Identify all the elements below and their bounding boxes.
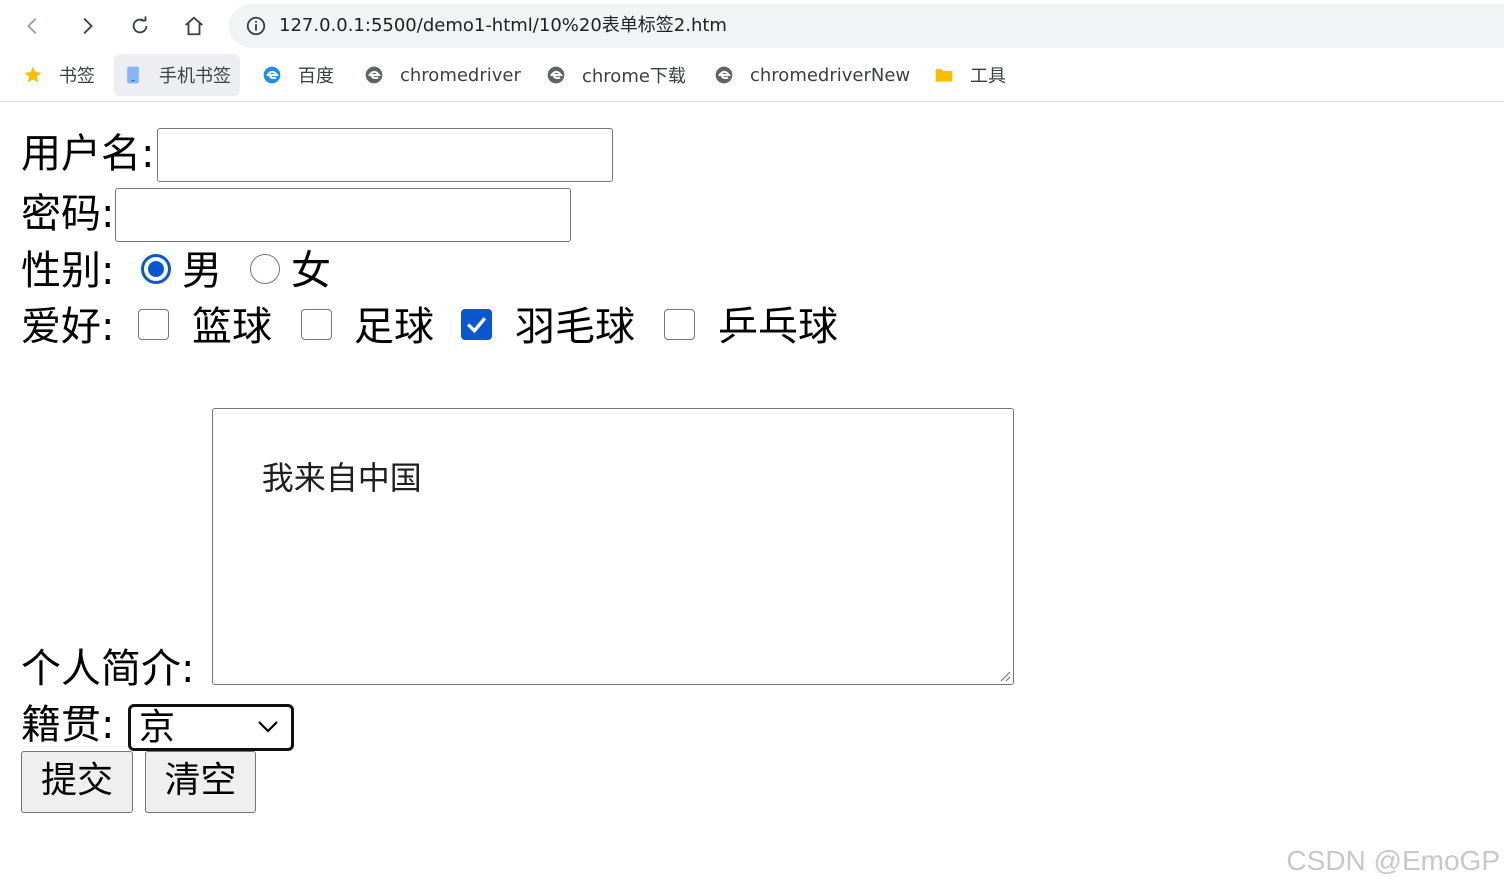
gender-male-radio[interactable] [141, 254, 171, 284]
bookmark-folder-tools[interactable]: 工具 [925, 54, 1015, 96]
gender-male-label: 男 [182, 248, 222, 294]
password-input[interactable] [115, 188, 571, 242]
hobby-basketball-label: 篮球 [192, 304, 272, 350]
info-icon[interactable] [245, 15, 267, 37]
back-button[interactable] [15, 8, 51, 44]
folder-icon [935, 69, 953, 82]
username-input[interactable] [157, 128, 613, 182]
watermark-text: CSDN @EmoGP [1286, 845, 1500, 876]
ie-icon [365, 66, 383, 84]
edge-icon [263, 66, 281, 84]
reload-button[interactable] [122, 8, 158, 44]
home-icon [185, 16, 203, 36]
username-label: 用户名: [21, 131, 155, 177]
bookmark-chrome-download[interactable]: chrome下载 [537, 54, 695, 96]
ie-icon [715, 66, 733, 84]
chevron-left-icon [27, 18, 37, 34]
reload-icon [132, 16, 148, 34]
address-bar[interactable]: 127.0.0.1:5500/demo1-html/10%20表单标签2.htm [229, 4, 1504, 48]
bookmark-mobile[interactable]: 手机书签 [114, 54, 240, 96]
gender-female-label: 女 [291, 248, 331, 294]
password-label: 密码: [21, 191, 115, 237]
reset-button[interactable]: 清空 [145, 751, 256, 813]
hobby-badminton-checkbox[interactable] [461, 309, 492, 340]
chevron-right-icon [83, 18, 93, 34]
gender-label: 性别: [21, 248, 115, 294]
hobby-basketball-checkbox[interactable] [138, 309, 169, 340]
origin-selected-value: 京 [139, 707, 176, 748]
origin-select[interactable]: 京 [128, 704, 294, 751]
star-icon [24, 66, 42, 83]
bookmarks-bar: 书签 手机书签 百度 chromedriver chrome下载 chromed… [0, 52, 1504, 102]
bookmark-label: chrome下载 [582, 66, 686, 87]
bookmark-label: chromedriver [400, 64, 521, 86]
submit-button[interactable]: 提交 [21, 751, 133, 813]
intro-text: 我来自中国 [261, 459, 422, 497]
bookmark-label: chromedriverNew [750, 64, 911, 86]
mobile-bookmark-icon [127, 66, 139, 84]
hobby-football-label: 足球 [354, 304, 434, 350]
hobby-pingpong-checkbox[interactable] [664, 309, 695, 340]
bookmark-label: 书签 [59, 66, 95, 87]
hobby-pingpong-label: 乒乓球 [718, 304, 838, 350]
url-text[interactable]: 127.0.0.1:5500/demo1-html/10%20表单标签2.htm [279, 15, 727, 37]
intro-textarea[interactable]: 我来自中国 [212, 408, 1014, 685]
resize-handle-icon[interactable] [997, 668, 1011, 682]
bookmark-label: 工具 [970, 66, 1006, 87]
bookmark-chromedriver-new[interactable]: chromedriverNew [705, 54, 919, 96]
origin-label: 籍贯: [21, 702, 115, 748]
bookmark-label: 手机书签 [159, 66, 231, 87]
bookmark-chromedriver[interactable]: chromedriver [355, 54, 530, 96]
page-content: 用户名: 密码: 性别: 男 女 爱好: 篮球 足球 羽毛球 乒乓球 个人简介:… [0, 103, 1504, 887]
bookmark-baidu[interactable]: 百度 [253, 54, 343, 96]
browser-toolbar: 127.0.0.1:5500/demo1-html/10%20表单标签2.htm [0, 0, 1504, 52]
ie-icon [547, 66, 565, 84]
hobby-badminton-label: 羽毛球 [515, 304, 635, 350]
hobby-label: 爱好: [21, 304, 115, 350]
intro-label: 个人简介: [21, 646, 195, 692]
forward-button[interactable] [69, 8, 105, 44]
gender-female-radio[interactable] [250, 254, 280, 284]
checkmark-icon [466, 317, 487, 334]
hobby-football-checkbox[interactable] [301, 309, 332, 340]
chevron-down-icon [258, 721, 278, 733]
bookmark-label: 百度 [298, 66, 334, 87]
bookmark-bookmarks[interactable]: 书签 [14, 54, 104, 96]
home-button[interactable] [176, 8, 212, 44]
